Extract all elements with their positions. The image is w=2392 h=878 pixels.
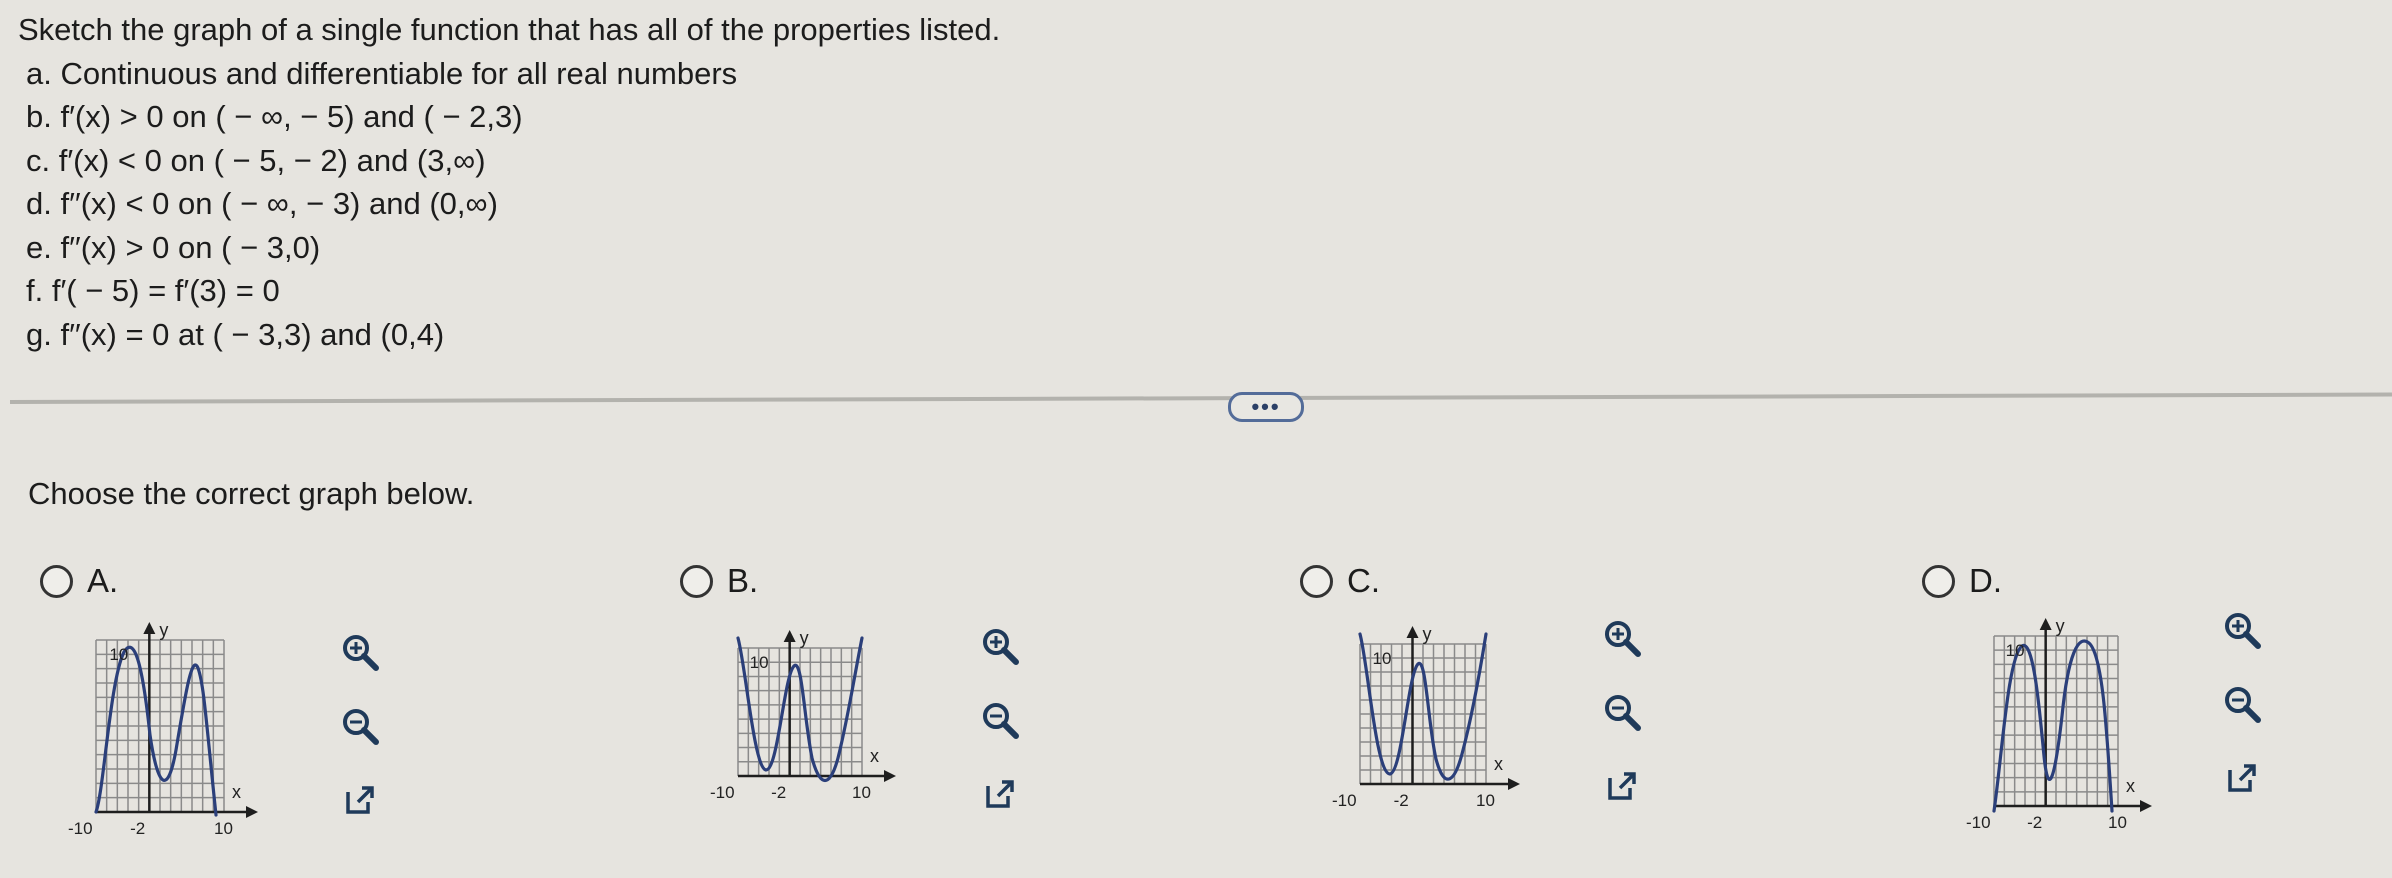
zoom-out-button-b[interactable]: [974, 694, 1026, 746]
radio-c[interactable]: [1300, 564, 1333, 598]
property-f: f. f′( − 5) = f′(3) = 0: [26, 273, 280, 308]
graph-d-svg: y 10 x -10 -2 10: [1966, 616, 2152, 832]
graph-d-y-tick: 10: [2006, 641, 2025, 660]
open-button-b[interactable]: [974, 768, 1026, 820]
zoom-out-button-c[interactable]: [1596, 686, 1648, 738]
zoom-in-icon: [343, 635, 379, 671]
graph-a-x-min: -10: [68, 819, 93, 838]
open-button-c[interactable]: [1596, 760, 1648, 812]
radio-a[interactable]: [40, 564, 73, 598]
zoom-out-button-d[interactable]: [2216, 678, 2268, 730]
zoom-in-button-d[interactable]: [2216, 604, 2268, 656]
graph-c-svg: y 10 x -10 -2 10: [1332, 624, 1520, 810]
graph-c-x-min: -10: [1332, 791, 1357, 810]
more-button[interactable]: •••: [1228, 392, 1304, 422]
tools-b: [974, 620, 1026, 842]
external-link-icon: [986, 780, 1014, 808]
graph-c-y-label: y: [1423, 624, 1432, 644]
property-g: g. f′′(x) = 0 at ( − 3,3) and (0,4): [26, 316, 445, 352]
zoom-out-icon: [2225, 687, 2261, 723]
graph-b-x-label: x: [870, 746, 879, 766]
zoom-out-icon: [1605, 695, 1641, 731]
graph-a-y-label: y: [159, 620, 168, 640]
graph-b-y-label: y: [800, 628, 809, 648]
graph-d-x-arrow: [2140, 800, 2152, 812]
graph-c[interactable]: y 10 x -10 -2 10: [1326, 624, 1520, 814]
graph-c-y-tick: 10: [1373, 649, 1392, 668]
external-link-icon: [2228, 764, 2256, 792]
option-b-label: B.: [727, 562, 759, 599]
radio-d[interactable]: [1922, 564, 1955, 598]
graph-d-y-arrow: [2039, 618, 2052, 630]
zoom-in-icon: [2225, 613, 2261, 649]
graph-d-x-mid: -2: [2027, 813, 2042, 832]
zoom-in-button-b[interactable]: [974, 620, 1026, 672]
graph-a-x-arrow: [246, 806, 258, 818]
graph-a[interactable]: y 10 x -10 -2 10: [62, 620, 258, 842]
zoom-out-icon: [983, 703, 1019, 739]
open-button-a[interactable]: [334, 774, 386, 826]
tools-a: [334, 626, 386, 848]
graph-a-x-mid: -2: [130, 819, 145, 838]
zoom-out-icon: [343, 709, 379, 745]
graph-c-x-arrow: [1508, 778, 1520, 790]
zoom-in-button-a[interactable]: [334, 626, 386, 678]
option-a-label: A.: [87, 562, 119, 599]
zoom-in-button-c[interactable]: [1596, 612, 1648, 664]
question-title: Sketch the graph of a single function th…: [18, 12, 1001, 47]
graph-a-x-max: 10: [214, 819, 233, 838]
graph-a-svg: y 10 x -10 -2 10: [68, 620, 258, 838]
graph-c-y-arrow: [1406, 626, 1419, 638]
graph-d-x-max: 10: [2108, 813, 2127, 832]
choose-prompt: Choose the correct graph below.: [28, 476, 475, 511]
graph-b-x-mid: -2: [771, 783, 786, 802]
option-c-label: C.: [1347, 562, 1380, 599]
graph-a-y-tick: 10: [109, 645, 128, 664]
tools-c: [1596, 612, 1648, 834]
option-b[interactable]: B.: [680, 562, 758, 600]
property-a: a. Continuous and differentiable for all…: [26, 55, 738, 91]
zoom-out-button-a[interactable]: [334, 700, 386, 752]
graph-a-x-label: x: [232, 782, 241, 802]
graph-d-y-label: y: [2056, 616, 2065, 636]
graph-c-x-mid: -2: [1394, 791, 1409, 810]
graph-c-x-label: x: [1494, 754, 1503, 774]
graph-d-curve: [1992, 639, 2114, 813]
graph-a-curve: [94, 645, 218, 817]
property-e: e. f′′(x) > 0 on ( − 3,0): [26, 229, 321, 265]
option-d-label: D.: [1969, 562, 2002, 599]
option-d[interactable]: D.: [1922, 562, 2002, 600]
section-divider: [9, 392, 2392, 404]
property-d: d. f′′(x) < 0 on ( − ∞, − 3) and (0,∞): [26, 186, 498, 221]
graph-b-y-tick: 10: [750, 653, 769, 672]
graph-b-x-arrow: [884, 770, 896, 782]
external-link-icon: [346, 786, 374, 814]
graph-b-x-max: 10: [852, 783, 871, 802]
option-a[interactable]: A.: [40, 562, 118, 600]
radio-b[interactable]: [680, 564, 713, 598]
graph-a-y-arrow: [143, 622, 156, 634]
graph-b[interactable]: y 10 x -10 -2 10: [704, 628, 896, 806]
graph-c-x-max: 10: [1476, 791, 1495, 810]
zoom-in-icon: [1605, 621, 1641, 657]
question: Sketch the graph of a single function th…: [18, 8, 1000, 356]
tools-d: [2216, 604, 2268, 826]
open-button-d[interactable]: [2216, 752, 2268, 804]
graph-b-y-arrow: [783, 630, 796, 642]
graph-b-x-min: -10: [710, 783, 735, 802]
property-c: c. f′(x) < 0 on ( − 5, − 2) and (3,∞): [26, 142, 486, 178]
graph-d-x-min: -10: [1966, 813, 1991, 832]
external-link-icon: [1608, 772, 1636, 800]
zoom-in-icon: [983, 629, 1019, 665]
property-b: b. f′(x) > 0 on ( − ∞, − 5) and ( − 2,3): [26, 99, 523, 134]
graph-d[interactable]: y 10 x -10 -2 10: [1960, 616, 2152, 836]
graph-d-x-label: x: [2126, 776, 2135, 796]
option-c[interactable]: C.: [1300, 562, 1380, 600]
graph-b-svg: y 10 x -10 -2 10: [710, 628, 896, 802]
